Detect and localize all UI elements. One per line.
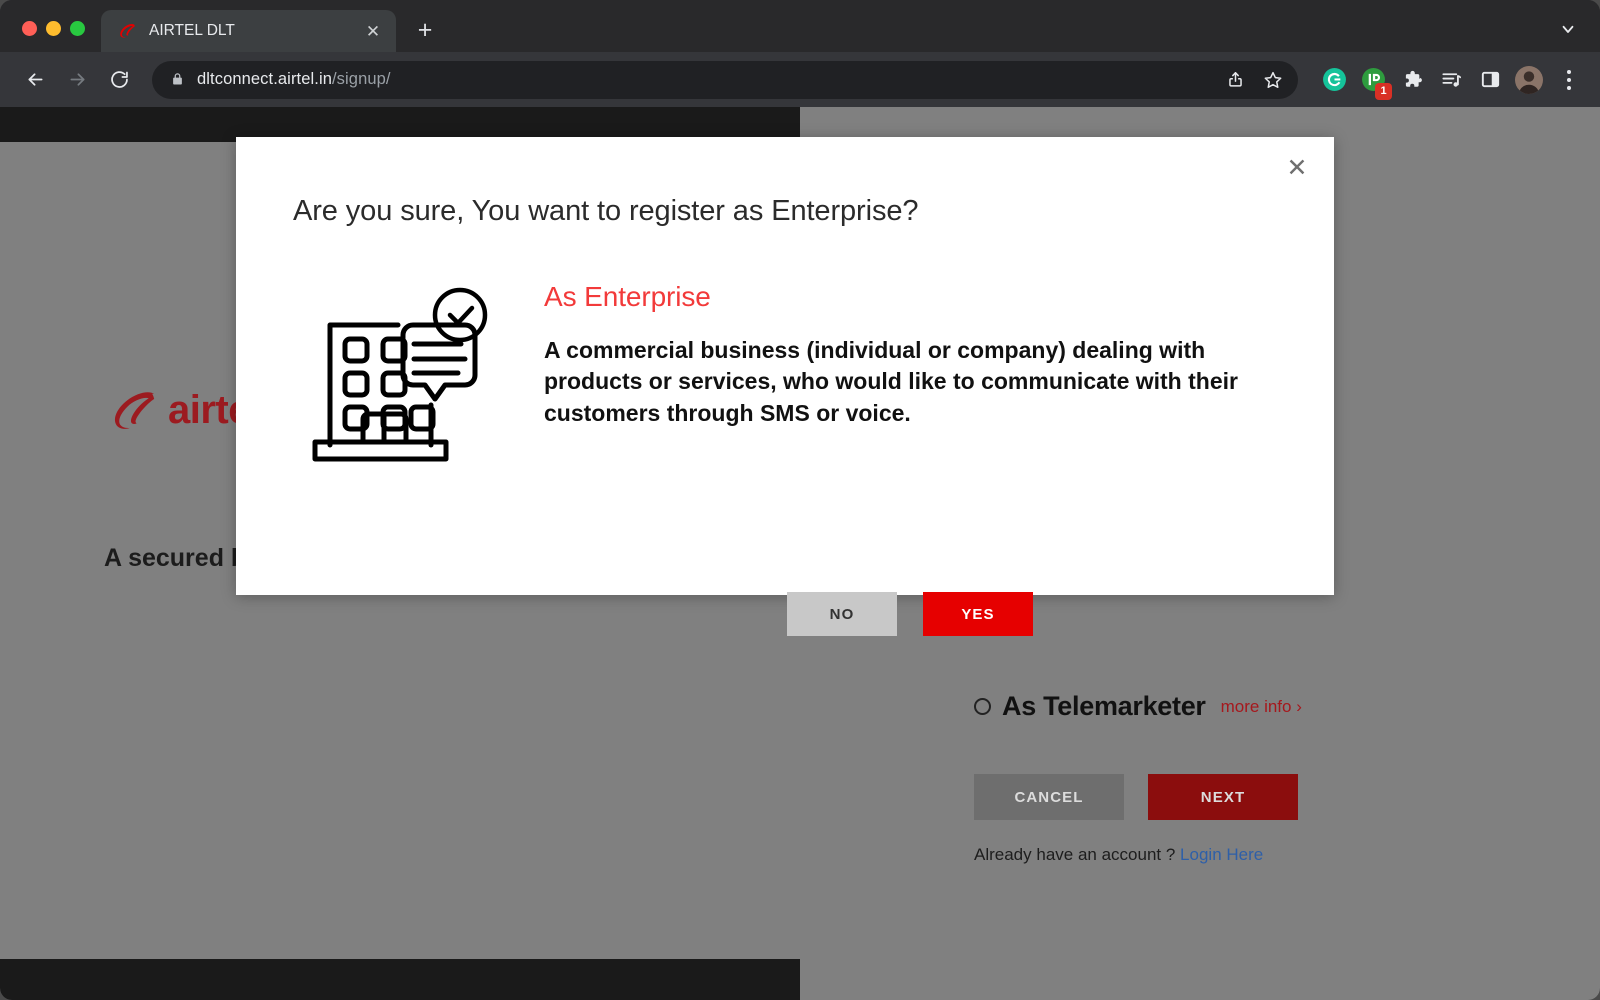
modal-title: Are you sure, You want to register as En… (293, 195, 919, 227)
enterprise-confirm-modal: ✕ Are you sure, You want to register as … (236, 137, 1334, 636)
page-footer-band (0, 959, 800, 1000)
side-panel-icon[interactable] (1472, 62, 1508, 98)
extension-icons: 1 (1316, 62, 1586, 100)
bookmark-star-icon[interactable] (1256, 63, 1290, 97)
modal-action-buttons: NO YES (787, 592, 1033, 636)
reload-button[interactable] (100, 61, 138, 99)
tab-close-icon[interactable]: ✕ (362, 20, 384, 42)
airtel-swoosh-icon (114, 392, 155, 429)
url-text: dltconnect.airtel.in/signup/ (197, 70, 1218, 89)
forward-button[interactable] (58, 61, 96, 99)
option-as-telemarketer[interactable]: As Telemarketer more info › (974, 691, 1302, 722)
close-window-button[interactable] (22, 21, 37, 36)
url-path: /signup/ (332, 70, 391, 88)
back-button[interactable] (16, 61, 54, 99)
account-prompt: Already have an account ? Login Here (974, 845, 1263, 865)
browser-toolbar: dltconnect.airtel.in/signup/ 1 (0, 52, 1600, 107)
minimize-window-button[interactable] (46, 21, 61, 36)
omnibox-icons (1218, 63, 1290, 97)
lock-icon (170, 72, 185, 87)
modal-copy: As Enterprise A commercial business (ind… (544, 277, 1294, 472)
cancel-button[interactable]: CANCEL (974, 774, 1124, 820)
url-domain: dltconnect.airtel.in (197, 70, 332, 88)
three-dot-menu-icon[interactable] (1552, 62, 1586, 98)
browser-tab[interactable]: AIRTEL DLT ✕ (101, 10, 396, 52)
extension-badge-count: 1 (1375, 82, 1392, 100)
more-info-link[interactable]: more info › (1221, 697, 1302, 717)
grammarly-extension-icon[interactable] (1316, 62, 1352, 98)
modal-close-icon[interactable]: ✕ (1280, 151, 1314, 185)
tab-strip: AIRTEL DLT ✕ + (0, 0, 1600, 52)
next-button[interactable]: NEXT (1148, 774, 1298, 820)
media-playlist-icon[interactable] (1433, 62, 1469, 98)
window-traffic-lights (0, 21, 101, 52)
modal-body: As Enterprise A commercial business (ind… (293, 277, 1294, 472)
maximize-window-button[interactable] (70, 21, 85, 36)
new-tab-button[interactable]: + (408, 13, 442, 47)
instapaper-extension-icon[interactable]: 1 (1355, 62, 1392, 100)
modal-heading: As Enterprise (544, 281, 711, 312)
yes-button[interactable]: YES (923, 592, 1033, 636)
page-viewport: airtel A secured b commercia As Telemark… (0, 107, 1600, 1000)
extensions-puzzle-icon[interactable] (1394, 62, 1430, 98)
no-button[interactable]: NO (787, 592, 897, 636)
enterprise-building-illustration (293, 277, 508, 472)
radio-button-telemarketer[interactable] (974, 698, 991, 715)
account-prompt-text: Already have an account ? (974, 845, 1176, 864)
share-icon[interactable] (1218, 63, 1252, 97)
airtel-swoosh-icon (117, 21, 137, 41)
address-bar[interactable]: dltconnect.airtel.in/signup/ (152, 60, 1298, 99)
tab-search-chevron-down-icon[interactable] (1554, 15, 1582, 43)
login-here-link[interactable]: Login Here (1180, 845, 1263, 864)
page-action-buttons: CANCEL NEXT (974, 774, 1298, 820)
tab-title: AIRTEL DLT (149, 22, 235, 39)
browser-window: AIRTEL DLT ✕ + dltconnect.airtel.in/sign… (0, 0, 1600, 1000)
profile-avatar[interactable] (1511, 62, 1547, 98)
option-label: As Telemarketer (1002, 691, 1206, 721)
modal-description: A commercial business (individual or com… (544, 337, 1238, 426)
